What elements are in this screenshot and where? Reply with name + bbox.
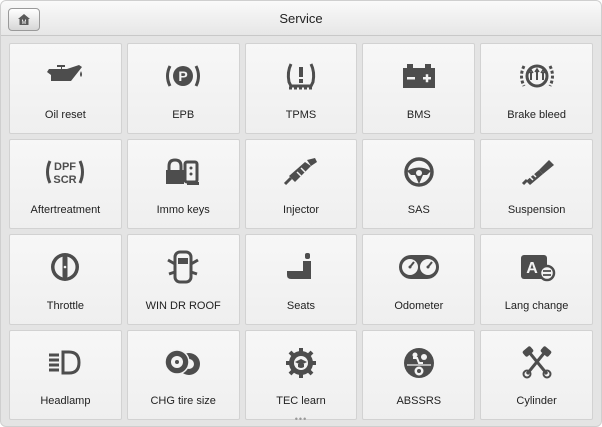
battery-icon bbox=[397, 56, 441, 96]
svg-text:DPF: DPF bbox=[54, 161, 76, 173]
steering-wheel-icon bbox=[397, 152, 441, 192]
tile-immo-keys[interactable]: Immo keys bbox=[126, 138, 240, 229]
page-title: Service bbox=[279, 11, 323, 26]
tile-win-dr-roof[interactable]: WIN DR ROOF bbox=[126, 234, 240, 325]
tile-label: Aftertreatment bbox=[30, 204, 101, 216]
odometer-icon bbox=[397, 247, 441, 287]
tile-oil-reset[interactable]: Oil reset bbox=[9, 43, 122, 134]
tile-abssrs[interactable]: ABSSRS bbox=[362, 329, 476, 420]
tile-label: TPMS bbox=[285, 108, 317, 121]
car-doors-icon bbox=[161, 247, 205, 287]
tile-brake-bleed[interactable]: Brake bleed bbox=[480, 43, 593, 134]
tile-suspension[interactable]: Suspension bbox=[480, 138, 593, 229]
tile-label: Odometer bbox=[394, 299, 444, 312]
headlamp-icon bbox=[43, 343, 87, 383]
tile-throttle[interactable]: Throttle bbox=[9, 234, 122, 325]
throttle-icon bbox=[43, 247, 87, 287]
tile-label: CHG tire size bbox=[150, 395, 216, 407]
tile-label: EPB bbox=[172, 108, 195, 121]
tile-epb[interactable]: P EPB bbox=[126, 43, 240, 134]
tile-label: Suspension bbox=[507, 204, 566, 216]
injector-icon bbox=[279, 152, 323, 192]
tile-label: BMS bbox=[406, 108, 431, 121]
page-indicator: ••• bbox=[294, 414, 308, 424]
title-bar: M Service bbox=[1, 1, 601, 36]
tile-label: WIN DR ROOF bbox=[145, 299, 221, 312]
tile-label: SAS bbox=[407, 204, 430, 216]
tec-learn-icon bbox=[279, 343, 323, 383]
tile-label: Immo keys bbox=[156, 204, 210, 216]
tire-pressure-icon bbox=[279, 56, 323, 96]
tile-odometer[interactable]: Odometer bbox=[362, 234, 476, 325]
tile-label: Injector bbox=[282, 204, 320, 216]
suspension-icon bbox=[515, 152, 559, 192]
svg-text:A: A bbox=[526, 260, 538, 277]
tile-label: Cylinder bbox=[516, 395, 557, 407]
tile-lang-change[interactable]: A Lang change bbox=[480, 234, 593, 325]
tile-tec-learn[interactable]: TEC learn bbox=[244, 329, 358, 420]
svg-text:P: P bbox=[179, 68, 188, 84]
tile-bms[interactable]: BMS bbox=[362, 43, 476, 134]
tile-headlamp[interactable]: Headlamp bbox=[9, 329, 122, 420]
app-window: M Service Oil reset P EPB TPMS BMS Brake… bbox=[0, 0, 602, 427]
tile-label: Oil reset bbox=[44, 108, 86, 121]
tile-seats[interactable]: Seats bbox=[244, 234, 358, 325]
tile-label: Throttle bbox=[46, 299, 85, 312]
parking-brake-icon: P bbox=[161, 56, 205, 96]
service-grid: Oil reset P EPB TPMS BMS Brake bleed DPF… bbox=[9, 43, 593, 420]
tile-label: Brake bleed bbox=[507, 108, 566, 121]
tile-tpms[interactable]: TPMS bbox=[244, 43, 358, 134]
svg-text:SCR: SCR bbox=[54, 174, 77, 186]
seat-icon bbox=[279, 247, 323, 287]
oil-can-icon bbox=[43, 56, 87, 96]
cylinder-icon bbox=[515, 343, 559, 383]
tile-chg-tire-size[interactable]: CHG tire size bbox=[126, 329, 240, 420]
tile-cylinder[interactable]: Cylinder bbox=[480, 329, 593, 420]
tire-size-icon bbox=[161, 343, 205, 383]
tile-sas[interactable]: SAS bbox=[362, 138, 476, 229]
tile-label: Headlamp bbox=[40, 395, 91, 407]
tile-label: TEC learn bbox=[276, 395, 326, 407]
abs-srs-icon bbox=[397, 343, 441, 383]
tile-label: ABSSRS bbox=[396, 395, 442, 407]
tile-label: Lang change bbox=[504, 299, 569, 312]
brake-bleed-icon bbox=[515, 56, 559, 96]
language-icon: A bbox=[515, 247, 559, 287]
dpf-scr-icon: DPF SCR bbox=[43, 152, 87, 192]
tile-aftertreatment[interactable]: DPF SCR Aftertreatment bbox=[9, 138, 122, 229]
tile-injector[interactable]: Injector bbox=[244, 138, 358, 229]
immo-keys-icon bbox=[161, 152, 205, 192]
tile-label: Seats bbox=[286, 299, 316, 312]
